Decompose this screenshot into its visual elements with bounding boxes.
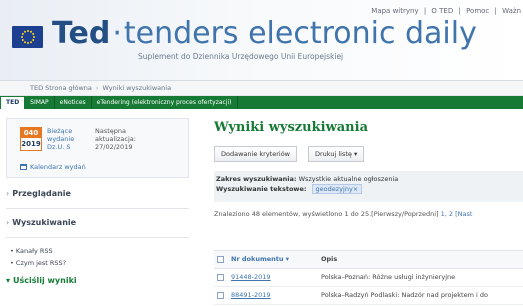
sidebar-link-label: Czym jest RSS?: [15, 259, 67, 267]
sidebar: 040 2019 Bieżące wydanie Dz.U. S Następn…: [6, 118, 189, 306]
tab-ted[interactable]: TED: [0, 96, 26, 109]
column-header-label: Nr dokumentu: [231, 255, 284, 263]
current-edition-box: 040 2019 Bieżące wydanie Dz.U. S Następn…: [6, 118, 189, 178]
top-links-separator: |: [494, 7, 497, 15]
sidebar-link-what-rss[interactable]: • Czym jest RSS?: [10, 259, 66, 267]
sidebar-item-refine-results[interactable]: ▾ Uściślij wyniki: [6, 276, 189, 285]
current-edition-link[interactable]: Bieżące wydanie Dz.U. S: [47, 127, 91, 151]
scope-row: Zakres wyszukiwania: Wszystkie aktualne …: [216, 175, 517, 184]
logo-text: tenders electronic daily: [123, 16, 477, 51]
pagination-links[interactable]: 1, 2 [Nast: [441, 210, 473, 218]
tab-enotices[interactable]: eNotices: [55, 96, 92, 109]
edition-year: 2019: [21, 138, 41, 150]
table-row: 91448-2019 Polska–Poznań: Różne usługi i…: [214, 269, 523, 287]
doc-number-link[interactable]: 91448-2019: [231, 273, 271, 281]
main-content: Wyniki wyszukiwania Dodawanie kryteriów …: [214, 118, 523, 306]
row-description: Polska–Poznań: Różne usługi inżynieryjne: [321, 273, 456, 281]
print-list-label: Drukuj listę: [315, 150, 352, 158]
chevron-right-icon: ›: [6, 189, 10, 198]
sort-icon: ▾: [285, 255, 290, 263]
select-all-checkbox[interactable]: [217, 256, 224, 263]
table-row: 88491-2019 Polska–Radzyń Podlaski: Nadzó…: [214, 287, 523, 305]
results-count: Znaleziono 48 elementów, wyświetlono 1 d…: [214, 210, 472, 218]
close-icon[interactable]: ×: [353, 185, 358, 193]
breadcrumb-separator-icon: ›: [95, 84, 99, 92]
sidebar-link-rss[interactable]: • Kanały RSS: [10, 247, 53, 255]
print-list-button[interactable]: Drukuj listę ▾: [308, 146, 365, 162]
sidebar-item-search[interactable]: › Wyszukiwanie: [6, 218, 189, 227]
important-link[interactable]: Ważn: [502, 7, 521, 15]
add-criteria-button[interactable]: Dodawanie kryteriów: [214, 146, 297, 162]
site-logo[interactable]: Ted·tenders electronic daily: [52, 14, 477, 54]
doc-number-link[interactable]: 88491-2019: [231, 291, 271, 299]
next-update-line: aktualizacja:: [95, 135, 136, 143]
search-scope-box: Zakres wyszukiwania: Wszystkie aktualne …: [214, 171, 523, 202]
sidebar-item-browse[interactable]: › Przeglądanie: [6, 189, 189, 198]
breadcrumb-current: Wyniki wyszukiwania: [102, 84, 172, 92]
sidebar-divider: [6, 208, 189, 209]
text-search-tag[interactable]: geodezyjny×: [311, 184, 363, 194]
row-checkbox[interactable]: [217, 274, 224, 281]
site-header: Mapa witryny | O TED | Pomoc | Ważn Ted·…: [0, 0, 523, 81]
tab-etendering[interactable]: eTendering (elektroniczny proces ofertyz…: [92, 96, 238, 109]
column-header-doc-number[interactable]: Nr dokumentu ▾: [231, 255, 289, 263]
next-update-date: 27/02/2019: [95, 143, 133, 151]
main-tabs: TED SIMAP eNotices eTendering (elektroni…: [0, 96, 523, 109]
sidebar-item-label: Uściślij wyniki: [13, 276, 77, 285]
table-header: Nr dokumentu ▾ Opis: [214, 250, 523, 269]
results-count-text: Znaleziono 48 elementów, wyświetlono 1 d…: [214, 210, 439, 218]
edition-number: 040: [21, 128, 41, 138]
text-search-tag-label: geodezyjny: [315, 185, 353, 193]
row-description: Polska–Radzyń Podlaski: Nadzór nad proje…: [321, 291, 488, 299]
logo-dot: ·: [112, 16, 122, 51]
results-table: Nr dokumentu ▾ Opis 91448-2019 Polska–Po…: [214, 250, 523, 305]
edition-calendar-link[interactable]: Kalendarz wydań: [20, 163, 86, 171]
eu-flag-icon: [12, 26, 43, 48]
scope-value: Wszystkie aktualne ogłoszenia: [298, 175, 399, 183]
breadcrumb-home[interactable]: TED Strona główna: [30, 84, 92, 92]
chevron-down-icon: ▾: [6, 276, 11, 285]
sidebar-item-label: Wyszukiwanie: [12, 218, 77, 227]
logo-subtitle: Suplement do Dziennika Urzędowego Unii E…: [138, 52, 344, 61]
chevron-right-icon: ›: [6, 218, 10, 227]
current-edition-line: Bieżące: [47, 127, 73, 135]
logo-ted: Ted: [52, 16, 111, 51]
sidebar-item-label: Przeglądanie: [12, 189, 71, 198]
page-title: Wyniki wyszukiwania: [214, 120, 369, 135]
current-edition-line: wydanie: [47, 135, 75, 143]
tab-simap[interactable]: SIMAP: [25, 96, 55, 109]
sidebar-divider: [6, 237, 189, 238]
next-update-line: Następna: [95, 127, 127, 135]
sidebar-link-label: Kanały RSS: [15, 247, 53, 255]
text-search-row: Wyszukiwanie tekstowe: geodezyjny×: [216, 184, 517, 194]
chevron-down-icon: ▾: [353, 150, 358, 158]
calendar-icon: [20, 164, 27, 170]
edition-badge[interactable]: 040 2019: [20, 127, 42, 151]
breadcrumb: TED Strona główna › Wyniki wyszukiwania: [0, 81, 523, 96]
current-edition-line: Dz.U. S: [47, 143, 71, 151]
row-checkbox[interactable]: [217, 292, 224, 299]
column-header-description: Opis: [321, 255, 338, 263]
calendar-label: Kalendarz wydań: [30, 163, 86, 171]
scope-label: Zakres wyszukiwania:: [216, 175, 297, 183]
next-update-info: Następna aktualizacja: 27/02/2019: [95, 127, 165, 151]
text-search-label: Wyszukiwanie tekstowe:: [216, 185, 307, 193]
